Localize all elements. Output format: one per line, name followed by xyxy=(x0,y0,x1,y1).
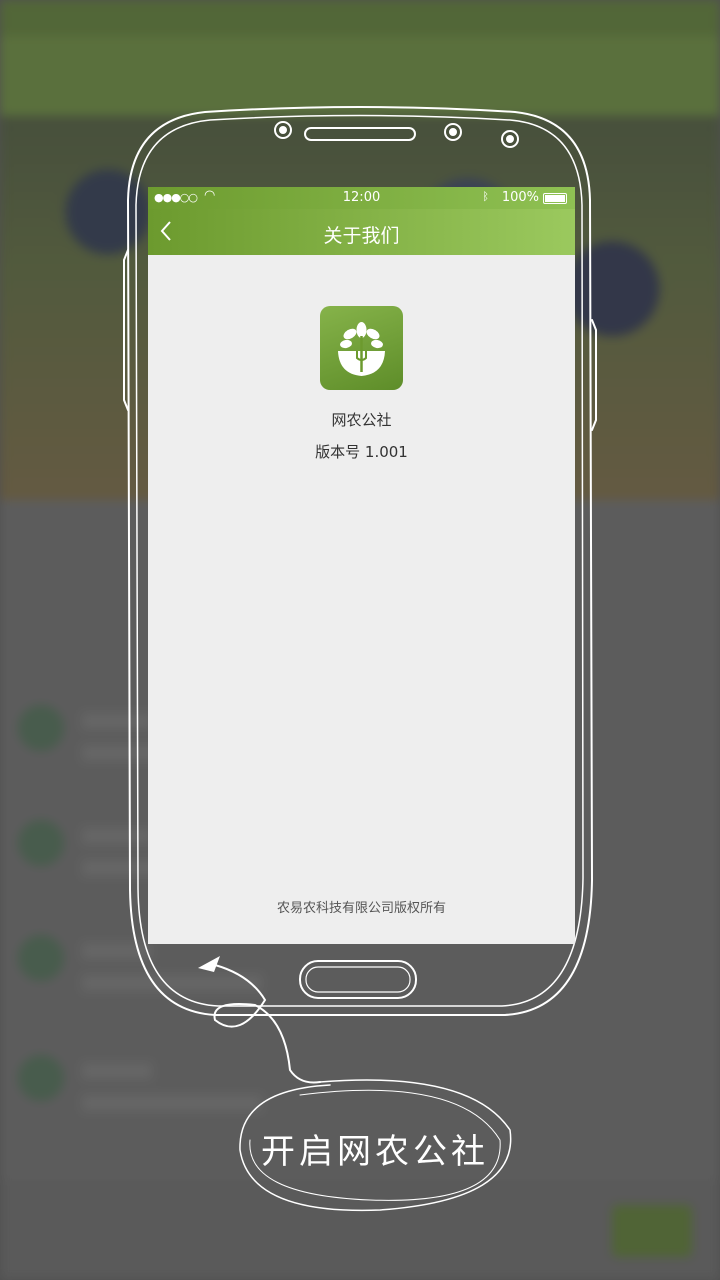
page-title: 关于我们 xyxy=(323,225,400,247)
app-logo-icon xyxy=(320,306,403,390)
version-label: 版本号 1.001 xyxy=(315,443,408,461)
phone-screen: ●●●○○ ︎ ◠ 12:00 ᛒ 100% 关于我们 网农公社 版本号 1.0… xyxy=(148,187,575,944)
battery-percent: 100% xyxy=(501,190,539,205)
app-name: 网农公社 xyxy=(331,411,392,429)
battery-icon xyxy=(543,193,567,204)
caption-text: 开启网农公社 xyxy=(261,1132,489,1172)
nav-bar: 关于我们 xyxy=(148,209,575,255)
status-bar: ●●●○○ ︎ ◠ 12:00 ᛒ 100% xyxy=(148,187,575,209)
bluetooth-icon: ᛒ xyxy=(482,190,489,203)
copyright-text: 农易农科技有限公司版权所有 xyxy=(276,901,446,916)
